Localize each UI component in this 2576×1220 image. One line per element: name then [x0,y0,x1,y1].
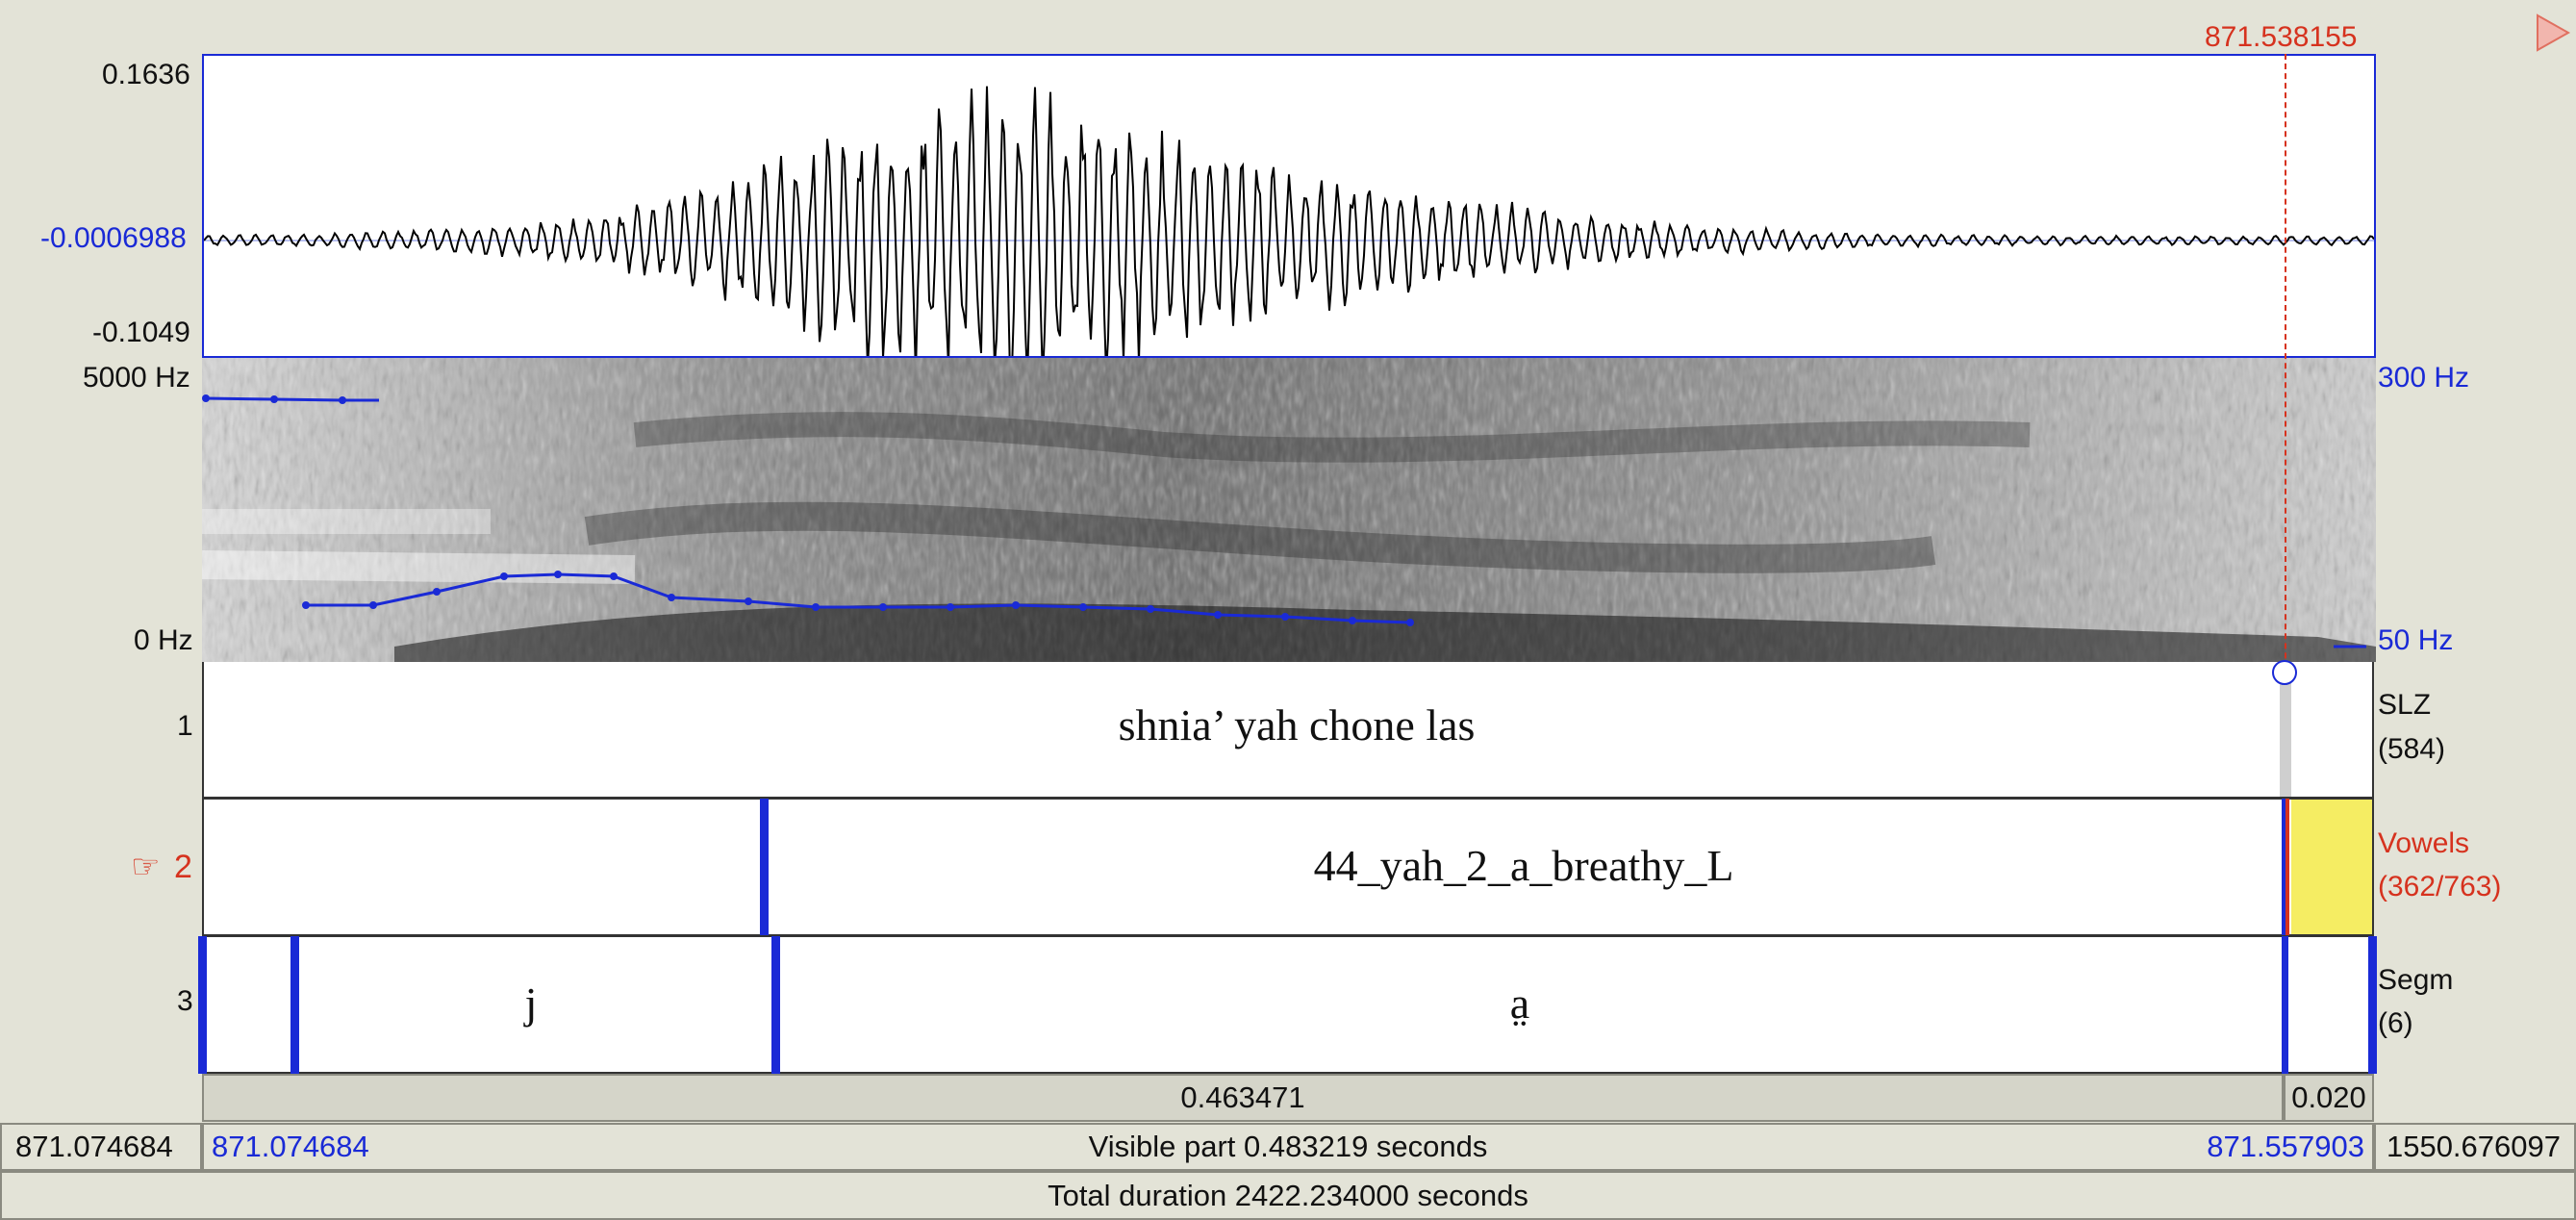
tier-2-boundary[interactable] [760,799,769,935]
pitch-point [554,571,562,578]
pitch-point [202,394,210,402]
pitch-point [1079,603,1087,611]
total-duration-button[interactable]: Total duration 2422.234000 seconds [0,1171,2576,1220]
pitch-point [339,396,346,404]
pitch-point [1349,617,1356,624]
spectrogram-bottom-freq-label: 0 Hz [134,624,193,656]
tier-3-boundary-2[interactable] [771,936,780,1074]
visible-end-time: 871.557903 [2207,1130,2364,1163]
waveform-panel[interactable] [202,54,2376,358]
pitch-point [610,572,618,580]
pitch-point [879,603,887,611]
selection-highlight-tier2 [2291,799,2374,935]
tier-divider-2 [202,934,2374,937]
tier-divider-1 [202,797,2374,800]
tier-1-number[interactable]: 1 [177,712,193,741]
tier-3-segment-j[interactable]: j [525,981,538,1026]
tier-2-interval-text[interactable]: 44_yah_2_a_breathy_L [1314,844,1734,888]
pitch-point [668,594,675,601]
tier-1-count: (584) [2378,733,2446,765]
pointing-hand-icon: ☞ [131,849,161,885]
pitch-point [947,603,954,611]
pitch-point [1214,611,1222,619]
selection-duration-button[interactable]: 0.463471 [202,1074,2284,1122]
pitch-bottom-label: 50 Hz [2378,624,2454,656]
pitch-point [745,597,752,605]
waveform-trace [204,86,2374,356]
pitch-point [433,588,441,596]
tier-3-count: (6) [2378,1007,2413,1039]
tier-3-name: Segm [2378,964,2454,996]
tier-3-number[interactable]: 3 [177,987,193,1016]
tier-2-number[interactable]: 2 [174,851,192,883]
pitch-point [302,601,310,609]
selected-boundary-marker[interactable] [2272,660,2297,685]
tier-3-boundary-3[interactable] [2282,936,2288,1074]
waveform-zero-label: -0.0006988 [40,222,187,254]
spectrogram-top-freq-label: 5000 Hz [83,362,190,394]
play-triangle-icon[interactable] [2536,13,2571,52]
tier-2-count: (362/763) [2378,871,2502,902]
right-outside-time-button[interactable]: 1550.676097 [2374,1123,2576,1171]
pitch-point [1406,619,1414,626]
waveform-min-label: -0.1049 [92,317,190,348]
remainder-duration-button[interactable]: 0.020 [2284,1074,2374,1122]
tier-3-segment-a[interactable]: a̤ [1510,981,1529,1026]
waveform-max-label: 0.1636 [102,59,190,90]
cursor-time-label: 871.538155 [2205,21,2358,53]
pitch-point [1012,601,1020,609]
pitch-point [1147,605,1154,613]
visible-part-label: Visible part 0.483219 seconds [1088,1130,1488,1163]
tier-3-boundary-0[interactable] [198,936,207,1074]
visible-start-time: 871.074684 [212,1130,369,1163]
visible-part-button[interactable]: 871.074684 Visible part 0.483219 seconds… [202,1123,2374,1171]
tier-2-selected-boundary-red [2286,799,2289,935]
spectrogram-panel[interactable] [202,358,2376,662]
tier-3-boundary-1[interactable] [290,936,299,1074]
tier-1-interval-text[interactable]: shnia’ yah chone las [1119,703,1476,748]
tier-1-name: SLZ [2378,689,2432,721]
pitch-point [369,601,377,609]
pitch-point [500,572,508,580]
pitch-top-label: 300 Hz [2378,362,2470,394]
tier-3-boundary-4[interactable] [2368,936,2377,1074]
pitch-point [270,395,278,403]
left-outside-time-button[interactable]: 871.074684 [0,1123,202,1171]
pitch-point [1281,613,1289,621]
tier-2-name: Vowels [2378,827,2470,859]
pitch-point [812,603,820,611]
